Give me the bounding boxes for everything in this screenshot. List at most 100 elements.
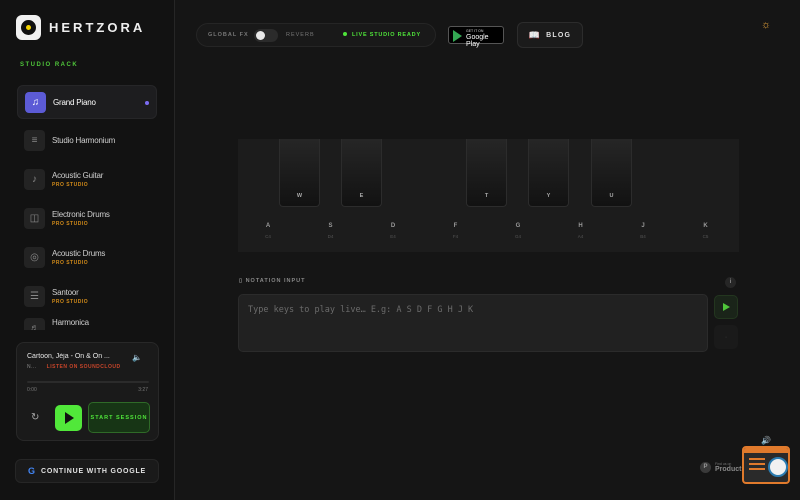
music-player: Cartoon, Jéja - On & On ... 🔈 N... LISTE… [16,342,159,441]
brand[interactable]: HERTZORA [16,15,145,40]
reverb-toggle[interactable] [254,29,278,42]
vinyl-logo-icon [16,15,41,40]
instrument-item[interactable]: ◎ Acoustic Drums PRO STUDIO [17,240,157,274]
brand-name: HERTZORA [49,20,146,35]
start-session-button[interactable]: START SESSION [88,402,150,433]
instrument-icon: ≡ [24,129,45,151]
instrument-badge: PRO STUDIO [52,220,89,227]
white-key-note: A4 [577,234,584,239]
support-helper-icon[interactable] [742,446,790,484]
instrument-item[interactable]: ≡ Studio Harmonium [17,123,157,157]
notation-input[interactable] [238,294,708,352]
volume-icon[interactable]: 🔈 [132,353,142,362]
piano-black-key[interactable]: Y [528,139,569,207]
white-key-letter: S [328,223,333,229]
instrument-icon: ◎ [24,246,45,268]
instrument-name: Electronic Drums [52,209,110,219]
black-key-label: Y [546,193,551,199]
product-hunt-badge[interactable]: P Find us on Product [700,462,741,473]
white-key-letter: H [578,223,583,229]
notation-label: ▯ NOTATION INPUT [239,278,306,284]
white-key-note: F4 [452,234,459,239]
google-label: CONTINUE WITH GOOGLE [40,467,147,475]
instrument-item[interactable]: ♪ Acoustic Guitar PRO STUDIO [17,162,157,196]
global-fx-label: GLOBAL FX [208,32,249,38]
piano-white-key[interactable]: S D4 [301,223,361,239]
white-key-letter: D [390,223,396,229]
instrument-icon: ♬ [24,318,45,330]
instrument-item[interactable]: ♫ Grand Piano [17,85,157,119]
black-key-label: U [609,193,614,199]
continue-with-google-button[interactable]: G CONTINUE WITH GOOGLE [15,459,159,483]
product-hunt-icon: P [700,462,711,473]
instrument-name: Santoor [52,287,79,297]
google-play-badge[interactable]: GET IT ON Google Play [448,26,504,48]
sound-wave-icon[interactable]: 🔊 [761,436,771,445]
white-key-note: D4 [327,234,334,239]
piano-black-key[interactable]: T [466,139,507,207]
white-key-letter: F [453,223,458,229]
studio-status: LIVE STUDIO READY [343,32,421,38]
notation-secondary-button[interactable]: · [714,325,738,349]
instrument-icon: ♫ [25,91,46,113]
piano-white-key[interactable]: J B4 [613,223,673,239]
instrument-badge: PRO STUDIO [52,298,89,305]
black-key-label: T [484,193,489,199]
google-play-icon [453,30,462,42]
notation-label-text: NOTATION INPUT [245,278,306,284]
instrument-name: Acoustic Drums [52,248,106,258]
blog-button[interactable]: 📖 BLOG [517,22,583,48]
instrument-badge: PRO STUDIO [52,259,89,266]
piano-white-key[interactable]: F F4 [426,223,486,239]
play-icon [65,412,74,424]
black-key-label: E [359,193,364,199]
white-key-letter: J [641,223,645,229]
sidebar: HERTZORA STUDIO RACK ♫ Grand Piano ≡ Studio… [0,0,175,500]
gplay-top-text: GET IT ON [466,29,484,33]
track-title: Cartoon, Jéja - On & On ... [27,353,110,360]
play-notation-button[interactable] [714,295,738,319]
instrument-icon: ◫ [24,207,45,229]
piano-white-key[interactable]: D E4 [363,223,423,239]
white-key-note: E4 [390,234,396,239]
instrument-name: Harmonica [52,318,89,327]
white-key-note: C5 [702,234,709,239]
track-progress[interactable] [27,381,149,383]
product-hunt-name: Product [715,466,742,473]
white-key-note: C4 [265,234,271,239]
replay-icon[interactable]: ↻ [31,412,39,423]
piano-white-key[interactable]: H A4 [551,223,611,239]
instrument-name: Grand Piano [53,97,96,107]
piano-black-key[interactable]: U [591,139,632,207]
soundcloud-link[interactable]: LISTEN ON SOUNDCLOUD [47,364,121,370]
play-notation-icon [722,303,730,311]
white-key-note: G4 [514,234,521,239]
instrument-item[interactable]: ♬ Harmonica [17,318,157,330]
piano-white-key[interactable]: G G4 [488,223,548,239]
theme-toggle-sun-icon[interactable]: ☼ [761,19,771,31]
active-dot-icon [145,101,149,105]
piano-white-key[interactable]: A C4 [238,223,298,239]
piano-black-key[interactable]: E [341,139,382,207]
white-key-letter: K [703,223,708,229]
blog-label: BLOG [546,31,572,39]
gplay-main-text: Google Play [466,34,489,48]
instrument-item[interactable]: ☰ Santoor PRO STUDIO [17,279,157,313]
piano-keyboard: W E T Y U A C4 S D4 D E4 F F4 G G4 H A4 J B4 K C5 [238,139,739,252]
instrument-name: Acoustic Guitar [52,170,104,180]
reverb-label: REVERB [286,32,315,38]
track-subtitle: N... LISTEN ON SOUNDCLOUD [27,364,121,370]
info-icon[interactable]: i [725,277,736,288]
time-current: 0:00 [27,387,37,393]
instrument-name: Studio Harmonium [52,135,116,145]
play-button[interactable] [55,405,82,431]
instrument-icon: ☰ [24,285,45,307]
piano-black-key[interactable]: W [279,139,320,207]
black-key-label: W [296,193,303,199]
piano-white-key[interactable]: K C5 [676,223,736,239]
white-key-note: B4 [640,234,646,239]
google-icon: G [27,466,35,476]
global-fx-bar: GLOBAL FX REVERB LIVE STUDIO READY [196,23,436,47]
white-key-letter: A [265,223,271,229]
instrument-item[interactable]: ◫ Electronic Drums PRO STUDIO [17,201,157,235]
